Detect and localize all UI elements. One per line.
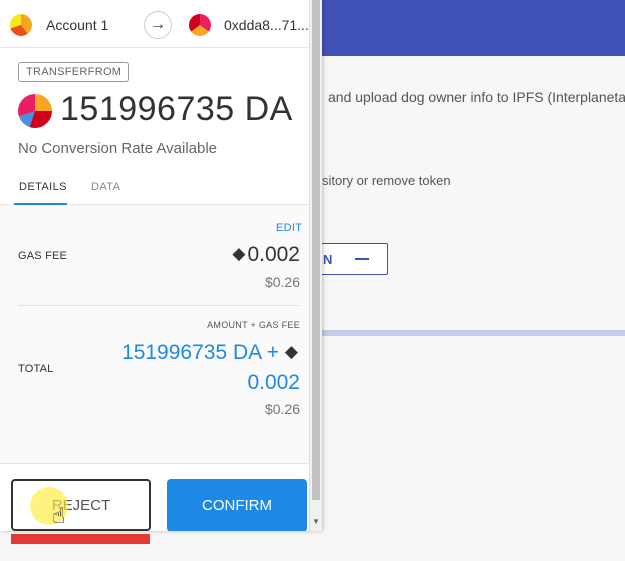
to-address[interactable]: 0xdda8...71... — [224, 17, 309, 33]
total-label: TOTAL — [18, 363, 54, 375]
dapp-description-text: and upload dog owner info to IPFS (Inter… — [328, 89, 625, 105]
popup-scrollbar[interactable]: ▼ — [309, 0, 322, 531]
total-token-amount: 151996735 DA + — [122, 341, 280, 364]
gas-fee-label: GAS FEE — [18, 250, 68, 262]
amount-plus-gas-label: AMOUNT + GAS FEE — [207, 320, 300, 330]
tab-data[interactable]: DATA — [91, 181, 120, 193]
metamask-confirm-popup: Account 1 → 0xdda8...71... TRANSFERFROM … — [0, 0, 322, 531]
section-divider — [18, 305, 300, 306]
confirm-button[interactable]: CONFIRM — [167, 479, 307, 531]
gas-fee-usd: $0.26 — [264, 274, 300, 290]
sender-recipient-bar: Account 1 → 0xdda8...71... — [0, 0, 309, 48]
dapp-action-button-label: N — [323, 252, 333, 267]
total-eth-value: 0.002 — [247, 371, 300, 394]
minus-icon — [355, 258, 369, 260]
method-badge: TRANSFERFROM — [18, 62, 130, 82]
hand-cursor-icon: ☝ — [52, 503, 66, 528]
total-amount: 151996735 DA + ◆ — [122, 341, 300, 365]
tab-bar: DETAILS DATA — [0, 172, 309, 205]
arrow-right-icon: → — [144, 11, 172, 39]
transaction-amount: 151996735 DA — [60, 90, 293, 128]
from-account-name: Account 1 — [46, 17, 109, 33]
from-account-avatar — [10, 14, 32, 36]
conversion-rate-text: No Conversion Rate Available — [18, 140, 218, 157]
scroll-down-arrow-icon[interactable]: ▼ — [312, 517, 320, 526]
popup-content: Account 1 → 0xdda8...71... TRANSFERFROM … — [0, 0, 309, 531]
confirm-button-label: CONFIRM — [202, 497, 272, 514]
scrollbar-thumb[interactable] — [312, 0, 320, 500]
tab-details[interactable]: DETAILS — [19, 181, 67, 193]
token-icon — [18, 94, 52, 128]
total-usd: $0.26 — [264, 401, 300, 417]
gas-fee-value: ◆0.002 — [232, 243, 300, 267]
gas-fee-amount: 0.002 — [247, 243, 300, 266]
ethereum-icon: ◆ — [232, 244, 246, 263]
dapp-remove-token-text: sitory or remove token — [322, 173, 451, 188]
red-underline-annotation — [11, 534, 150, 544]
ethereum-icon: ◆ — [284, 342, 298, 361]
edit-gas-link[interactable]: EDIT — [276, 222, 302, 234]
dapp-progress-bar — [322, 330, 625, 336]
to-account-avatar — [189, 14, 211, 36]
